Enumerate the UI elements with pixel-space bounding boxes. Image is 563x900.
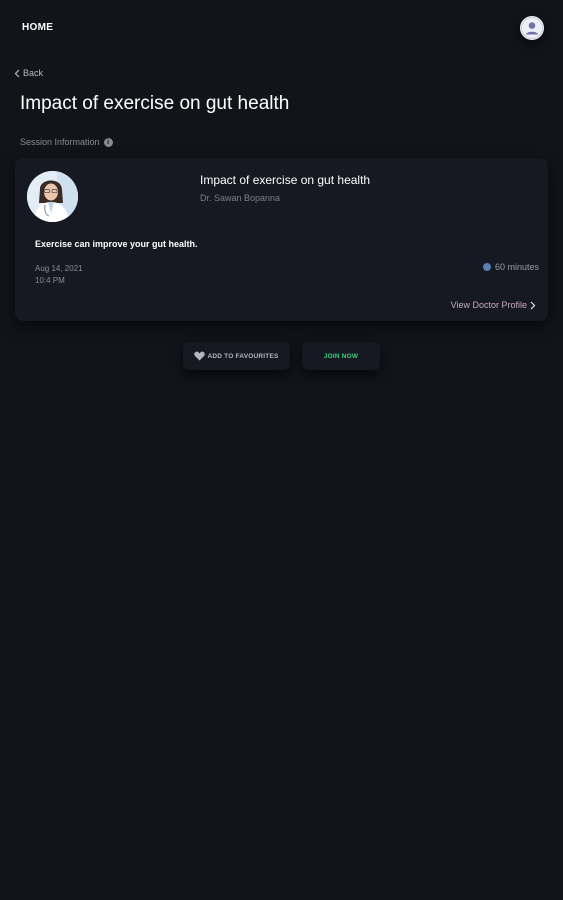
profile-link-label: View Doctor Profile bbox=[450, 300, 527, 310]
doctor-name: Dr. Sawan Bopanna bbox=[200, 193, 281, 203]
join-now-button[interactable]: JOIN NOW bbox=[302, 342, 380, 370]
home-link[interactable]: HOME bbox=[22, 22, 53, 33]
doctor-photo bbox=[27, 171, 78, 222]
section-label-text: Session Information bbox=[20, 137, 100, 147]
session-datetime: Aug 14, 2021 10:4 PM bbox=[35, 263, 83, 287]
duration-text: 60 minutes bbox=[494, 262, 539, 272]
page-title: Impact of exercise on gut health bbox=[20, 93, 290, 114]
session-date: Aug 14, 2021 bbox=[35, 264, 83, 273]
session-description: Exercise can improve your gut health. bbox=[35, 239, 198, 249]
session-title: Impact of exercise on gut health bbox=[200, 173, 371, 187]
favourites-label: ADD TO FAVOURITES bbox=[207, 352, 279, 360]
join-label: JOIN NOW bbox=[323, 352, 359, 360]
user-avatar-icon[interactable] bbox=[520, 16, 544, 40]
session-card: Impact of exercise on gut health Dr. Saw… bbox=[15, 158, 548, 321]
info-icon[interactable]: i bbox=[103, 137, 113, 147]
view-doctor-profile-link[interactable]: View Doctor Profile bbox=[451, 300, 536, 310]
heart-icon bbox=[194, 351, 206, 361]
add-to-favourites-button[interactable]: ADD TO FAVOURITES bbox=[183, 342, 290, 370]
chevron-right-icon bbox=[530, 301, 536, 309]
back-label: Back bbox=[23, 68, 44, 78]
back-link[interactable]: Back bbox=[14, 68, 43, 78]
session-time: 10:4 PM bbox=[35, 276, 65, 285]
chevron-left-icon bbox=[14, 69, 20, 77]
session-duration: 60 minutes bbox=[482, 262, 539, 272]
session-information-label: Session Information i bbox=[20, 137, 113, 147]
clock-icon bbox=[482, 263, 491, 271]
top-bar: HOME bbox=[0, 0, 563, 56]
